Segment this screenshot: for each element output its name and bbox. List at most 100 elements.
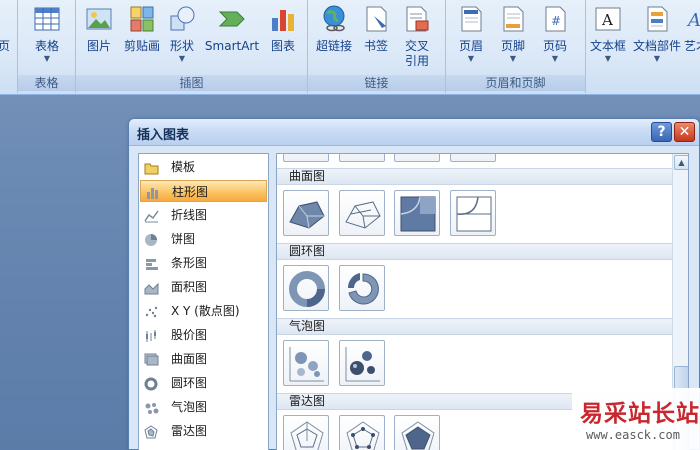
chart-thumbnail[interactable] bbox=[339, 154, 385, 162]
exploded-doughnut-thumbnail[interactable] bbox=[339, 265, 385, 311]
radar-chart-icon bbox=[144, 424, 159, 439]
category-label: 模板 bbox=[171, 160, 196, 174]
svg-text:#: # bbox=[551, 14, 561, 28]
quick-parts-button-label: 文档部件 bbox=[632, 39, 681, 53]
page-number-button-label: 页码 bbox=[542, 39, 567, 53]
radar-thumbnail[interactable] bbox=[283, 415, 329, 450]
textbox-button[interactable]: A 文本框 ▼ bbox=[588, 4, 628, 64]
chart-thumbnail[interactable] bbox=[283, 154, 329, 162]
textbox-button-label: 文本框 bbox=[589, 39, 626, 53]
footer-dropdown-arrow-icon: ▼ bbox=[509, 54, 517, 63]
category-label: 条形图 bbox=[171, 256, 208, 270]
picture-button[interactable]: 图片 bbox=[82, 4, 116, 54]
globe-link-icon bbox=[319, 4, 349, 36]
bookmark-button[interactable]: 书签 bbox=[360, 4, 392, 54]
picture-button-label: 图片 bbox=[86, 39, 111, 53]
category-label: 曲面图 bbox=[171, 352, 208, 366]
hyperlink-button[interactable]: 超链接 bbox=[314, 4, 354, 54]
hyperlink-button-label: 超链接 bbox=[315, 39, 352, 53]
group-label-tables: 表格 bbox=[18, 75, 75, 91]
doughnut-thumbnail[interactable] bbox=[283, 265, 329, 311]
chart-category-list: 模板 柱形图 折线图 饼图 条形图 面积图 X Y (散点图) 股价图 曲面图 … bbox=[138, 153, 269, 450]
category-item-pie[interactable]: 饼图 bbox=[140, 228, 267, 250]
table-button[interactable]: 表格 ▼ bbox=[28, 4, 66, 64]
bubble-3d-thumbnail[interactable] bbox=[339, 340, 385, 386]
chart-thumbnail[interactable] bbox=[450, 154, 496, 162]
category-item-scatter[interactable]: X Y (散点图) bbox=[140, 300, 267, 322]
pages-button-partial[interactable]: 页 bbox=[0, 36, 10, 54]
category-item-area[interactable]: 面积图 bbox=[140, 276, 267, 298]
shapes-button[interactable]: 形状 ▼ bbox=[166, 4, 198, 64]
footer-button-label: 页脚 bbox=[500, 39, 525, 53]
category-item-bubble[interactable]: 气泡图 bbox=[140, 396, 267, 418]
category-item-stock[interactable]: 股价图 bbox=[140, 324, 267, 346]
surface-3d-thumbnail[interactable] bbox=[283, 190, 329, 236]
dialog-titlebar[interactable]: 插入图表 ? ✕ bbox=[129, 119, 699, 146]
shapes-icon bbox=[167, 4, 197, 36]
svg-text:A: A bbox=[686, 10, 700, 31]
category-item-radar[interactable]: 雷达图 bbox=[140, 420, 267, 442]
category-label: X Y (散点图) bbox=[171, 304, 240, 318]
category-label: 雷达图 bbox=[171, 424, 208, 438]
column-chart-icon bbox=[145, 185, 160, 199]
cross-reference-label-line2: 引用 bbox=[404, 54, 429, 68]
smartart-icon bbox=[217, 4, 247, 36]
cross-reference-icon bbox=[402, 4, 432, 36]
bubble-thumbnail[interactable] bbox=[283, 340, 329, 386]
chart-icon bbox=[268, 4, 298, 36]
surface-contour-thumbnail[interactable] bbox=[394, 190, 440, 236]
dialog-title: 插入图表 bbox=[137, 128, 190, 143]
header-button-label: 页眉 bbox=[458, 39, 483, 53]
header-button[interactable]: 页眉 ▼ bbox=[454, 4, 488, 64]
chart-button[interactable]: 图表 bbox=[266, 4, 300, 54]
surface-wireframe-contour-thumbnail[interactable] bbox=[450, 190, 496, 236]
area-chart-icon bbox=[144, 280, 159, 295]
category-item-bar[interactable]: 条形图 bbox=[140, 252, 267, 274]
category-item-column[interactable]: 柱形图 bbox=[140, 180, 267, 202]
smartart-button-label: SmartArt bbox=[204, 39, 260, 53]
table-button-label: 表格 bbox=[34, 39, 59, 53]
close-button[interactable]: ✕ bbox=[674, 122, 695, 142]
clipart-icon bbox=[127, 4, 157, 36]
table-icon bbox=[32, 4, 62, 36]
stock-chart-icon bbox=[144, 328, 159, 342]
bookmark-icon bbox=[361, 4, 391, 36]
cross-reference-label-line1: 交叉 bbox=[404, 39, 429, 53]
ribbon-group-text: A 文本框 ▼ 文档部件 ▼ A 艺才 bbox=[586, 0, 700, 93]
category-label: 气泡图 bbox=[171, 400, 208, 414]
quick-parts-button[interactable]: 文档部件 ▼ bbox=[630, 4, 684, 64]
textbox-dropdown-arrow-icon: ▼ bbox=[604, 54, 612, 63]
help-button[interactable]: ? bbox=[651, 122, 672, 142]
header-dropdown-arrow-icon: ▼ bbox=[467, 54, 475, 63]
ribbon-group-pages: 页 bbox=[0, 0, 18, 93]
watermark-brand: 易采站长站 bbox=[580, 400, 700, 427]
category-item-line[interactable]: 折线图 bbox=[140, 204, 267, 226]
wordart-button[interactable]: A 艺才 bbox=[684, 4, 700, 54]
page-number-button[interactable]: # 页码 ▼ bbox=[538, 4, 572, 64]
surface-wireframe-thumbnail[interactable] bbox=[339, 190, 385, 236]
ribbon-group-illustrations: 图片 剪贴画 形状 ▼ SmartArt 图表 插图 bbox=[76, 0, 308, 93]
bar-chart-icon bbox=[144, 256, 159, 270]
category-item-template[interactable]: 模板 bbox=[140, 156, 267, 178]
clipart-button-label: 剪贴画 bbox=[123, 39, 160, 53]
ribbon-group-header-footer: 页眉 ▼ 页脚 ▼ # 页码 ▼ 页眉和页脚 bbox=[446, 0, 586, 93]
shapes-dropdown-arrow-icon: ▼ bbox=[178, 54, 186, 63]
smartart-button[interactable]: SmartArt bbox=[204, 4, 260, 54]
chart-thumbnail[interactable] bbox=[394, 154, 440, 162]
category-label: 股价图 bbox=[171, 328, 208, 342]
filled-radar-thumbnail[interactable] bbox=[394, 415, 440, 450]
footer-button[interactable]: 页脚 ▼ bbox=[496, 4, 530, 64]
section-header-doughnut: 圆环图 bbox=[277, 243, 672, 260]
category-item-surface[interactable]: 曲面图 bbox=[140, 348, 267, 370]
category-item-doughnut[interactable]: 圆环图 bbox=[140, 372, 267, 394]
group-label-illustrations: 插图 bbox=[76, 75, 307, 91]
clipart-button[interactable]: 剪贴画 bbox=[120, 4, 164, 54]
radar-markers-thumbnail[interactable] bbox=[339, 415, 385, 450]
category-label: 饼图 bbox=[171, 232, 196, 246]
section-header-surface: 曲面图 bbox=[277, 168, 672, 185]
bubble-chart-icon bbox=[144, 400, 159, 414]
cross-reference-button[interactable]: 交叉 引用 bbox=[400, 4, 434, 69]
group-label-links: 链接 bbox=[308, 75, 445, 91]
shapes-button-label: 形状 bbox=[169, 39, 194, 53]
scroll-up-arrow-icon[interactable]: ▲ bbox=[674, 155, 688, 170]
